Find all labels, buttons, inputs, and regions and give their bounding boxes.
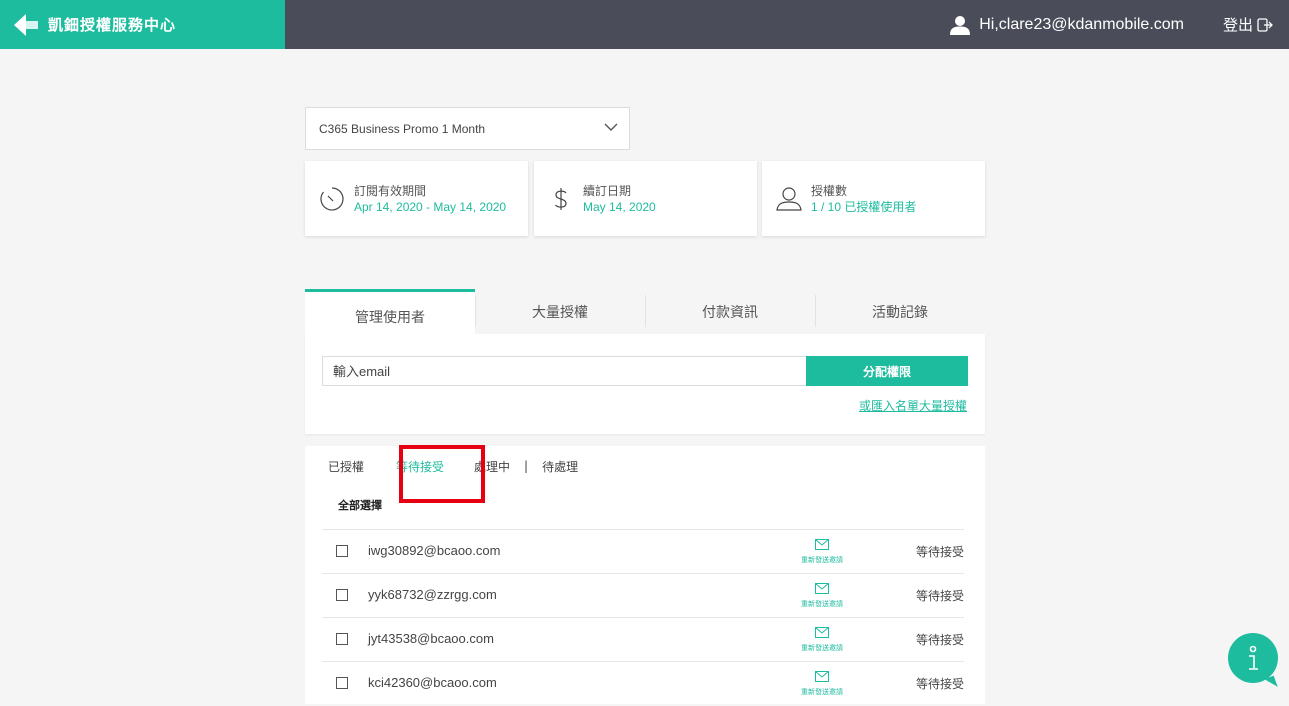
row-email: jyt43538@bcaoo.com	[368, 631, 494, 646]
subtab-processing[interactable]: 處理中	[474, 458, 510, 475]
brand-title: 凱鈿授權服務中心	[48, 16, 177, 34]
logout-icon	[1257, 17, 1273, 33]
mail-icon	[815, 627, 829, 638]
table-row: jyt43538@bcaoo.com 重新發送邀請 等待接受	[322, 617, 964, 662]
tab-payment-info[interactable]: 付款資訊	[645, 289, 815, 334]
mail-icon	[815, 583, 829, 594]
top-bar: 凱鈿授權服務中心 Hi,clare23@kdanmobile.com 登出	[0, 0, 1289, 49]
row-email: iwg30892@bcaoo.com	[368, 543, 501, 558]
user-list-panel: 已授權 等待接受 處理中 | 待處理 全部選擇 iwg30892@bcaoo.c…	[305, 445, 985, 706]
row-status: 等待接受	[915, 633, 964, 647]
resend-label: 重新發送邀請	[801, 688, 843, 696]
row-status: 等待接受	[915, 589, 964, 603]
renewal-date-card: 續訂日期 May 14, 2020	[534, 161, 757, 236]
user-outline-icon	[775, 185, 803, 213]
main-tabs: 管理使用者 大量授權 付款資訊 活動記錄	[305, 289, 985, 334]
card-label: 續訂日期	[583, 183, 632, 198]
card-label: 訂閱有效期間	[354, 183, 427, 198]
tab-label: 大量授權	[532, 305, 588, 321]
resend-invite-button[interactable]: 重新發送邀請	[792, 535, 852, 565]
plan-selected-value: C365 Business Promo 1 Month	[319, 121, 486, 136]
subtab-todo[interactable]: 待處理	[542, 458, 578, 475]
brand-area[interactable]: 凱鈿授權服務中心	[0, 0, 285, 49]
row-checkbox[interactable]	[336, 589, 348, 601]
license-count-card: 授權數 1 / 10 已授權使用者	[762, 161, 985, 236]
logout-button[interactable]: 登出	[1223, 0, 1273, 49]
info-icon	[1249, 645, 1258, 670]
resend-label: 重新發送邀請	[801, 600, 843, 608]
row-status: 等待接受	[915, 677, 964, 691]
subtab-authorized[interactable]: 已授權	[328, 458, 364, 475]
row-checkbox[interactable]	[336, 677, 348, 689]
chevron-down-icon	[604, 120, 618, 134]
subtab-separator: |	[524, 459, 529, 473]
back-arrow-logo-icon[interactable]	[13, 12, 39, 38]
dollar-icon	[547, 185, 575, 213]
status-subtabs: 已授權 等待接受 處理中 | 待處理	[328, 445, 578, 503]
logout-label: 登出	[1222, 16, 1253, 34]
subtab-pending-acceptance[interactable]: 等待接受	[396, 458, 444, 475]
row-status: 等待接受	[915, 545, 964, 559]
user-account[interactable]: Hi,clare23@kdanmobile.com	[950, 0, 1184, 49]
plan-select-dropdown[interactable]: C365 Business Promo 1 Month	[305, 107, 630, 150]
assign-panel: 分配權限 或匯入名單大量授權	[305, 334, 985, 434]
resend-label: 重新發送邀請	[801, 556, 843, 564]
resend-invite-button[interactable]: 重新發送邀請	[792, 667, 852, 697]
table-row: iwg30892@bcaoo.com 重新發送邀請 等待接受	[322, 529, 964, 574]
subscription-period-card: 訂閱有效期間 Apr 14, 2020 - May 14, 2020	[305, 161, 528, 236]
timer-icon	[318, 185, 346, 213]
row-email: kci42360@bcaoo.com	[368, 675, 497, 690]
tab-divider	[645, 295, 646, 327]
help-chat-button[interactable]	[1228, 633, 1278, 691]
select-all-button[interactable]: 全部選擇	[338, 497, 382, 513]
resend-invite-button[interactable]: 重新發送邀請	[792, 579, 852, 609]
table-row: kci42360@bcaoo.com 重新發送邀請 等待接受	[322, 661, 964, 706]
tab-label: 付款資訊	[702, 305, 758, 321]
tab-divider	[815, 295, 816, 327]
card-value: 1 / 10 已授權使用者	[811, 199, 917, 214]
row-email: yyk68732@zzrgg.com	[368, 587, 497, 602]
user-icon	[950, 15, 971, 35]
tab-bulk-license[interactable]: 大量授權	[475, 289, 645, 334]
resend-invite-button[interactable]: 重新發送邀請	[792, 623, 852, 653]
card-value: May 14, 2020	[583, 199, 656, 214]
tab-activity-log[interactable]: 活動記錄	[815, 289, 985, 334]
tab-divider	[475, 295, 476, 327]
email-input[interactable]	[322, 356, 806, 386]
assign-permission-button[interactable]: 分配權限	[806, 356, 968, 386]
tab-label: 活動記錄	[872, 305, 928, 321]
user-email-label: Hi,clare23@kdanmobile.com	[979, 15, 1184, 33]
table-row: yyk68732@zzrgg.com 重新發送邀請 等待接受	[322, 573, 964, 618]
resend-label: 重新發送邀請	[801, 644, 843, 652]
import-list-link[interactable]: 或匯入名單大量授權	[859, 397, 967, 414]
chat-bubble-tail	[1264, 675, 1278, 691]
row-checkbox[interactable]	[336, 633, 348, 645]
mail-icon	[815, 671, 829, 682]
tab-manage-users[interactable]: 管理使用者	[305, 289, 475, 334]
mail-icon	[815, 539, 829, 550]
card-label: 授權數	[811, 183, 848, 198]
card-value: Apr 14, 2020 - May 14, 2020	[354, 199, 507, 214]
row-checkbox[interactable]	[336, 545, 348, 557]
tab-label: 管理使用者	[355, 310, 425, 326]
